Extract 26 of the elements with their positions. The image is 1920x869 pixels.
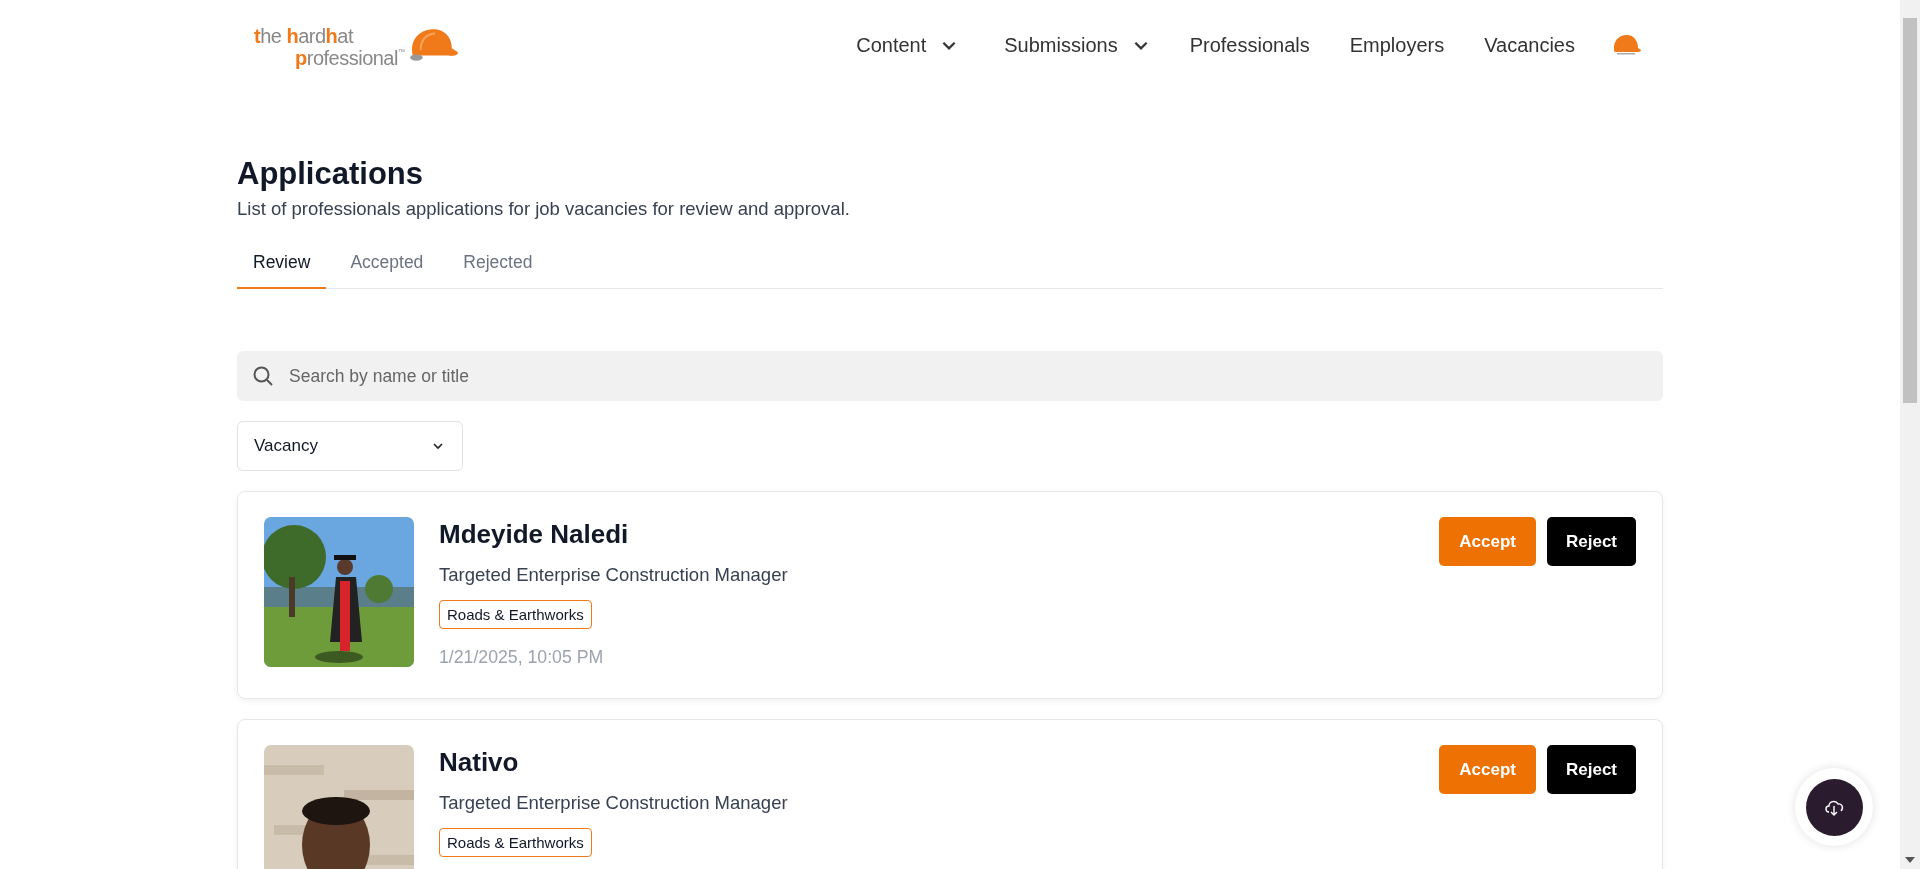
applicant-name: Nativo [439, 747, 519, 777]
vacancy-dropdown[interactable]: Vacancy [237, 421, 463, 471]
nav-link[interactable]: Professionals [1189, 33, 1310, 57]
nav-link[interactable]: Content [856, 33, 959, 57]
hardhat-icon[interactable] [1611, 33, 1641, 57]
page-title: Applications [237, 156, 424, 192]
scrollbar[interactable] [1900, 0, 1920, 869]
application-date: 1/21/2025, 10:05 PM [439, 647, 604, 668]
nav-link[interactable]: Vacancies [1484, 33, 1575, 57]
search-icon [251, 364, 275, 388]
download-button[interactable] [1805, 778, 1863, 836]
job-title: Targeted Enterprise Construction Manager [439, 564, 788, 586]
tab[interactable]: Review [237, 242, 327, 289]
reject-button[interactable]: Reject [1546, 745, 1636, 794]
tab[interactable]: Rejected [447, 242, 549, 289]
nav-link[interactable]: Submissions [1004, 33, 1150, 57]
category-tag: Roads & Earthworks [439, 600, 592, 629]
tab[interactable]: Accepted [334, 242, 440, 289]
nav-link[interactable]: Employers [1349, 33, 1445, 57]
category-tag: Roads & Earthworks [439, 828, 592, 857]
search-field[interactable]: Search by name or title [237, 351, 1663, 401]
page-subtitle: List of professionals applications for job vacancies for review and approval. [237, 198, 851, 220]
scroll-down-arrow-icon[interactable] [1905, 857, 1915, 863]
job-title: Targeted Enterprise Construction Manager [439, 792, 788, 814]
applicant-name: Mdeyide Naledi [439, 519, 629, 549]
reject-button[interactable]: Reject [1546, 517, 1636, 566]
